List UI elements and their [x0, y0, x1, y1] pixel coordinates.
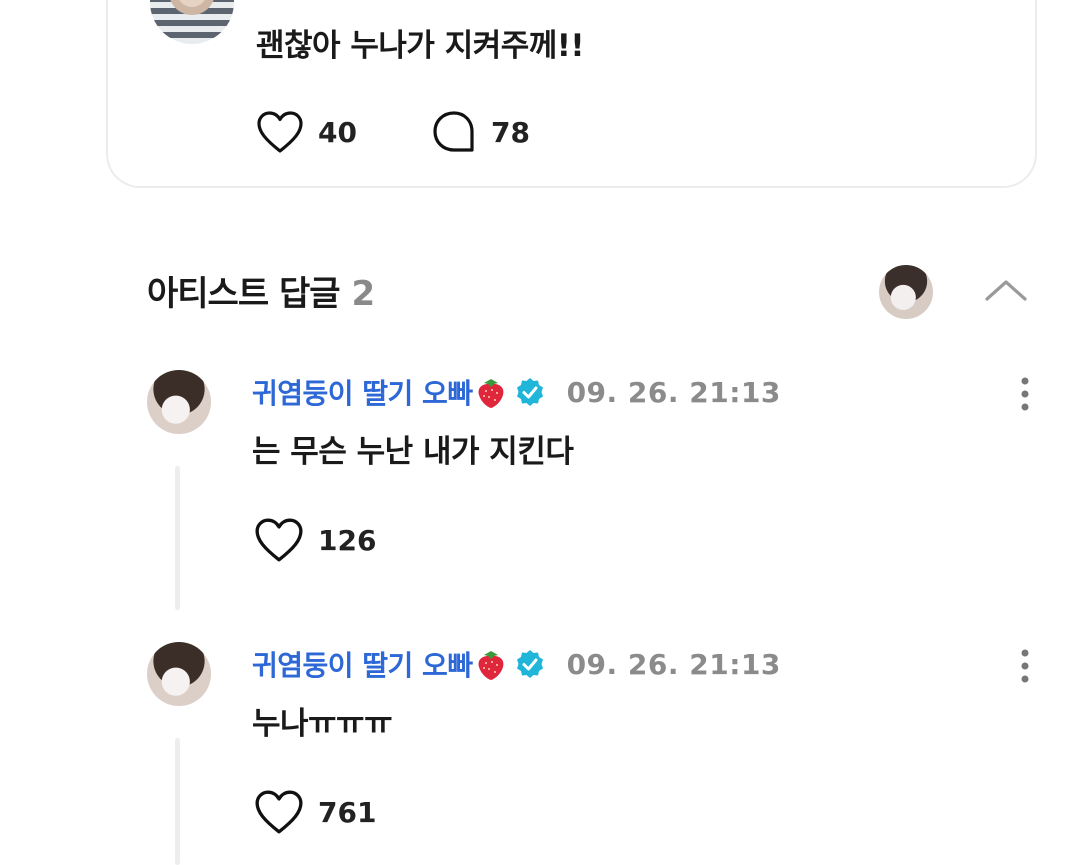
reply-author-name[interactable]: 귀염둥이 딸기 오빠: [252, 644, 473, 684]
more-options-button[interactable]: [1010, 374, 1040, 414]
verified-badge-icon: [516, 650, 543, 678]
artist-reply: 귀염둥이 딸기 오빠 09. 26. 21:13 는 무슨 누난 내가 지킨다 …: [0, 368, 1080, 610]
reply-text: 는 무슨 누난 내가 지킨다: [252, 434, 574, 470]
artist-replies-title: 아티스트 답글: [147, 274, 341, 314]
reply-like-button[interactable]: 126: [254, 516, 376, 564]
heart-icon: [255, 790, 303, 834]
post-comment-button[interactable]: 78: [431, 109, 530, 155]
reply-timestamp: 09. 26. 21:13: [566, 647, 781, 681]
post-like-count: 40: [318, 115, 357, 149]
more-vertical-icon: [1021, 649, 1029, 683]
verified-badge-icon: [516, 378, 543, 406]
thread-line: [175, 738, 180, 865]
reply-author-row: 귀염둥이 딸기 오빠 09. 26. 21:13: [252, 644, 781, 684]
strawberry-icon: [478, 379, 504, 408]
post-comment-count: 78: [491, 115, 530, 149]
reply-text: 누나ㅠㅠㅠ: [252, 706, 393, 742]
post-text: 괜찮아 누나가 지켜주께!!: [256, 28, 585, 64]
thread-line: [175, 466, 180, 610]
reply-like-button[interactable]: 761: [254, 788, 376, 836]
more-options-button[interactable]: [1010, 646, 1040, 686]
chevron-up-icon: [985, 280, 1027, 301]
heart-icon: [257, 111, 303, 153]
reply-timestamp: 09. 26. 21:13: [566, 375, 781, 409]
collapse-replies-button[interactable]: [983, 270, 1029, 310]
more-vertical-icon: [1021, 377, 1029, 411]
reply-author-avatar[interactable]: [147, 370, 211, 434]
post-author-avatar[interactable]: [150, 0, 234, 44]
reply-author-avatar[interactable]: [147, 642, 211, 706]
strawberry-icon: [478, 651, 504, 680]
post-like-button[interactable]: 40: [256, 109, 357, 155]
reply-author-name[interactable]: 귀염둥이 딸기 오빠: [252, 372, 473, 412]
artist-replies-count: 2: [351, 274, 376, 314]
artist-replies-header: 아티스트 답글 2: [147, 266, 376, 315]
artist-reply: 귀염둥이 딸기 오빠 09. 26. 21:13 누나ㅠㅠㅠ 761: [0, 640, 1080, 865]
heart-icon: [255, 518, 303, 562]
post-card: 괜찮아 누나가 지켜주께!! 40 78: [106, 0, 1037, 188]
reply-like-count: 126: [318, 523, 377, 557]
artist-avatar: [879, 265, 933, 319]
comment-bubble-icon: [433, 111, 474, 152]
reply-author-row: 귀염둥이 딸기 오빠 09. 26. 21:13: [252, 372, 781, 412]
reply-like-count: 761: [318, 795, 377, 829]
